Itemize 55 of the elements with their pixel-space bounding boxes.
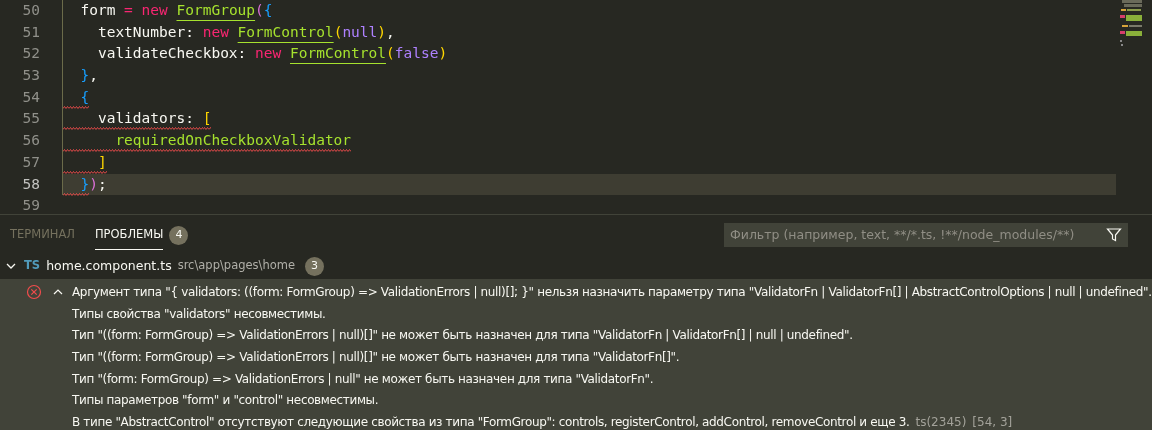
error-code: ts(2345)	[915, 413, 967, 430]
line-number: 52	[21, 44, 41, 64]
line-number: 56	[21, 131, 41, 151]
code-token: FormControl	[290, 44, 386, 64]
filter-icon[interactable]	[1106, 227, 1122, 243]
code-token: new	[202, 22, 230, 42]
line-number: 54	[21, 87, 41, 107]
code-token: ,	[89, 66, 98, 86]
problem-message[interactable]: В типе "AbstractControl" отсутствуют следующие свойства из типа "FormGroup": controls, registerControl, addControl, removeControl и еще 3.	[72, 412, 910, 430]
code-token: validators:	[63, 109, 203, 131]
code-token: (	[255, 1, 264, 20]
code-token: [	[202, 109, 212, 131]
code-token: ;	[97, 174, 107, 194]
code-token: (	[386, 44, 395, 64]
line-number: 55	[21, 109, 41, 129]
error-icon	[26, 283, 42, 300]
code-token: FormControl	[237, 22, 334, 42]
code-token: validateCheckbox:	[96, 44, 248, 64]
file-name[interactable]: home.component.ts	[46, 256, 172, 276]
count-badge: 3	[305, 256, 325, 276]
code-token: FormGroup	[176, 1, 256, 20]
problem-message[interactable]: Аргумент типа "{ validators: ((form: FormGroup) => ValidationErrors | null)[]; }" нельзя назначить параметру типа "ValidatorFn | ValidatorFn[] | AbstractControlOptions | null | undefined".	[72, 282, 1152, 301]
line-number: 58	[21, 174, 41, 194]
panel-tab[interactable]: ПРОБЛЕМЫ	[94, 219, 164, 251]
line-number: 57	[21, 152, 41, 172]
line-number: 59	[21, 196, 41, 216]
code-token: )	[377, 22, 387, 42]
code-token: requiredOnCheckboxValidator	[63, 131, 352, 153]
problem-message[interactable]: Типы параметров "form" и "control" несовместимы.	[72, 391, 379, 410]
minimap-drawing[interactable]	[1120, 0, 1144, 46]
problem-message[interactable]: Тип "((form: FormGroup) => ValidationErrors | null)[]" не может быть назначен для типа "ValidatorFn[]".	[72, 347, 680, 366]
code-editor[interactable]: 50 form = new FormGroup({ 51 textNumber: new FormControl(null), 52 validateCheckbox: new FormControl(false) 53 }, 54 { 55 validators: [ 56 requiredOnCheckboxValidator 57 ] 58 }); 59	[0, 0, 1152, 214]
code-token: false	[394, 44, 439, 64]
code-token: ,	[386, 22, 395, 42]
code-token: new	[255, 44, 283, 64]
file-path: src\app\pages\home	[177, 257, 296, 275]
code-token: }	[79, 66, 90, 86]
problem-message[interactable]: Тип "(form: FormGroup) => ValidationErrors | null" не может быть назначен для типа "ValidatorFn".	[72, 369, 654, 388]
code-token: (	[333, 22, 343, 42]
problem-message[interactable]: Типы свойства "validators" несовместимы.	[72, 304, 326, 323]
code-token: )	[89, 174, 98, 194]
code-token: textNumber:	[96, 22, 195, 42]
code-token: )	[438, 44, 448, 64]
code-token: null	[342, 22, 378, 42]
count-badge: 4	[169, 225, 189, 245]
problem-message[interactable]: Тип "((form: FormGroup) => ValidationErrors | null)[]" не может быть назначен для типа "ValidatorFn | ValidatorFn[] | null | undefined".	[72, 326, 853, 345]
line-number: 51	[21, 22, 41, 42]
code-token: {	[263, 1, 273, 20]
line-number: 53	[21, 66, 41, 86]
line-number: 50	[21, 1, 41, 20]
code-token: = new	[124, 1, 169, 20]
error-position: [54, 3]	[972, 413, 1013, 430]
file-type-label: TS	[24, 257, 41, 275]
filter-field[interactable]: Фильтр (например, text, **/*.ts, !**/node_modules/**)	[724, 223, 1128, 247]
code-token: form	[79, 1, 117, 20]
